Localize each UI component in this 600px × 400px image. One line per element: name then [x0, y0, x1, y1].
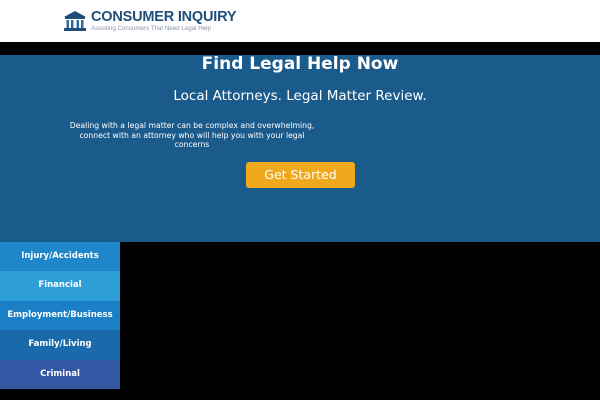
category-family-living[interactable]: Family/Living [0, 330, 120, 360]
hero-description: Dealing with a legal matter can be compl… [69, 121, 315, 149]
category-injury-accidents[interactable]: Injury/Accidents [0, 242, 120, 272]
category-nav: Injury/Accidents Financial Employment/Bu… [0, 242, 120, 389]
courthouse-icon [63, 10, 87, 32]
category-employment-business[interactable]: Employment/Business [0, 300, 120, 331]
logo-text: CONSUMER INQUIRY Assisting Consumers Tha… [91, 9, 237, 32]
category-financial[interactable]: Financial [0, 271, 120, 301]
logo-title: CONSUMER INQUIRY [91, 9, 237, 26]
category-criminal[interactable]: Criminal [0, 359, 120, 389]
hero-subtitle: Local Attorneys. Legal Matter Review. [173, 88, 427, 104]
get-started-button[interactable]: Get Started [246, 162, 355, 188]
logo-tagline: Assisting Consumers That Need Legal Help [91, 24, 211, 32]
hero-title: Find Legal Help Now [201, 54, 399, 74]
logo[interactable]: CONSUMER INQUIRY Assisting Consumers Tha… [63, 8, 237, 34]
site-header: CONSUMER INQUIRY Assisting Consumers Tha… [0, 0, 600, 42]
